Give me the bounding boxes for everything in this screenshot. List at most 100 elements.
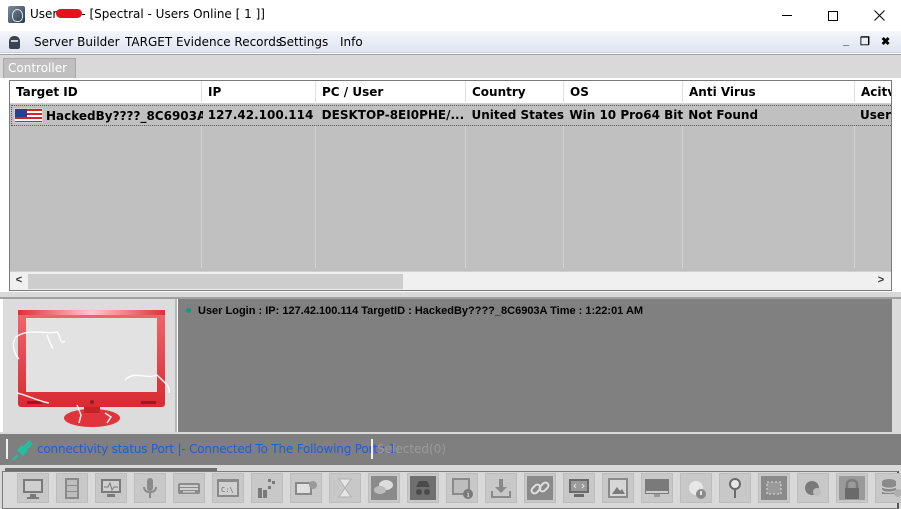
log-entry-text: User Login : IP: 127.42.100.114 TargetID… (198, 305, 644, 317)
clients-grid[interactable]: Target ID IP PC / User Country OS Anti V… (9, 80, 892, 291)
screen-button[interactable] (641, 473, 673, 503)
column-header-pc-user[interactable]: PC / User (316, 81, 466, 104)
menu-bar: Server Builder TARGET Evidence Records S… (0, 31, 901, 53)
selected-count-text: Selected(0) (377, 442, 447, 456)
microphone-button[interactable] (134, 473, 166, 503)
command-prompt-button[interactable]: C:\ (212, 473, 244, 503)
chat-button[interactable] (368, 473, 400, 503)
database-settings-button[interactable] (875, 473, 901, 503)
spy-button[interactable] (407, 473, 439, 503)
status-bar: connectivity status Port |- Connected To… (0, 432, 901, 463)
system-monitor-icon (101, 479, 121, 497)
title-suffix: - [Spectral - Users Online [ 1 ]] (81, 7, 265, 21)
search-icon (729, 478, 741, 498)
network-settings-button[interactable] (797, 473, 829, 503)
right-edge-panel (892, 299, 901, 432)
title-bar: User - [Spectral - Users Online [ 1 ]] (0, 0, 901, 31)
remote-code-button[interactable] (563, 473, 595, 503)
menu-server-builder[interactable]: Server Builder (34, 35, 120, 49)
maximize-icon (828, 10, 838, 21)
link-icon (527, 476, 553, 500)
united-states-flag-icon (14, 108, 43, 123)
close-button[interactable] (856, 0, 901, 31)
menu-settings[interactable]: Settings (279, 35, 328, 49)
spy-menu-icon[interactable] (9, 36, 20, 49)
column-header-target-id[interactable]: Target ID (10, 81, 202, 104)
download-icon (491, 479, 511, 498)
spy-icon (410, 476, 436, 500)
grid-header: Target ID IP PC / User Country OS Anti V… (10, 81, 891, 104)
processes-button[interactable] (251, 473, 283, 503)
app-icon (8, 6, 25, 23)
action-toolbar: C:\ i (0, 463, 901, 509)
remote-desktop-button[interactable] (17, 473, 49, 503)
log-bullet-icon (186, 308, 191, 313)
download-button[interactable] (485, 473, 517, 503)
cell-country: United States (471, 108, 565, 122)
grid-column-lines (10, 104, 891, 268)
minimize-icon (782, 15, 792, 16)
image-button[interactable] (602, 473, 634, 503)
redaction-mark (56, 9, 83, 18)
database-settings-icon (881, 479, 901, 497)
plug-connected-icon (12, 440, 33, 461)
chip-button[interactable] (758, 473, 790, 503)
column-header-country[interactable]: Country (466, 81, 564, 104)
alert-button[interactable] (680, 473, 712, 503)
cell-activity: User (860, 108, 891, 122)
tab-controller[interactable]: Controller (3, 58, 76, 78)
cell-pc-user: DESKTOP-8EI0PHE/... (321, 108, 465, 122)
table-row[interactable]: HackedBy????_8C6903A 127.42.100.114 DESK… (11, 105, 891, 126)
column-header-ip[interactable]: IP (202, 81, 316, 104)
keyboard-button[interactable] (173, 473, 205, 503)
screen-icon (645, 479, 669, 497)
search-button[interactable] (719, 473, 751, 503)
connection-status-text: connectivity status Port |- Connected To… (37, 442, 397, 456)
mdi-minimize-button[interactable]: _ (843, 35, 849, 47)
target-id-text: HackedBy????_8C6903A (46, 109, 203, 123)
system-info-button[interactable]: i (446, 473, 478, 503)
chip-icon (761, 476, 787, 500)
command-prompt-icon: C:\ (217, 479, 239, 497)
hourglass-button[interactable] (329, 473, 361, 503)
lock-button[interactable] (836, 473, 868, 503)
chat-icon (371, 476, 397, 500)
link-button[interactable] (524, 473, 556, 503)
keyboard-icon (178, 483, 200, 494)
scroll-right-button[interactable]: > (874, 274, 888, 288)
scroll-thumb[interactable] (28, 274, 403, 289)
microphone-icon (143, 478, 157, 498)
minimize-button[interactable] (764, 0, 810, 31)
hourglass-icon (338, 478, 352, 498)
mdi-close-button[interactable]: ✖ (881, 35, 890, 48)
column-header-os[interactable]: OS (564, 81, 683, 104)
file-manager-icon (65, 478, 79, 499)
horizontal-scrollbar[interactable]: < > (10, 271, 891, 290)
log-entry: User Login : IP: 127.42.100.114 TargetID… (186, 305, 643, 317)
processes-icon (258, 479, 275, 498)
maximize-button[interactable] (810, 0, 856, 31)
file-manager-button[interactable] (56, 473, 88, 503)
column-header-anti-virus[interactable]: Anti Virus (683, 81, 855, 104)
window-title: User - [Spectral - Users Online [ 1 ]] (30, 7, 265, 21)
remote-code-icon (569, 479, 589, 497)
menu-info[interactable]: Info (340, 35, 363, 49)
cell-os: Win 10 Pro64 Bit (569, 108, 684, 122)
tab-strip: Controller (0, 54, 901, 78)
log-panel[interactable]: User Login : IP: 127.42.100.114 TargetID… (178, 299, 892, 432)
grid-body: HackedBy????_8C6903A 127.42.100.114 DESK… (10, 104, 891, 268)
system-monitor-button[interactable] (95, 473, 127, 503)
scroll-left-button[interactable]: < (12, 274, 26, 288)
remote-settings-icon (295, 481, 317, 495)
status-separator (371, 439, 373, 459)
cell-anti-virus: Not Found (688, 108, 759, 122)
remote-desktop-icon (23, 479, 43, 499)
close-icon (873, 10, 885, 21)
monitor-logo-image (12, 310, 171, 427)
status-separator (6, 439, 8, 459)
column-header-activity[interactable]: Acitv (855, 81, 891, 104)
alert-icon (689, 481, 706, 499)
remote-settings-button[interactable] (290, 473, 322, 503)
menu-target-evidence-records[interactable]: TARGET Evidence Records (125, 35, 282, 49)
mdi-restore-button[interactable]: ❐ (860, 35, 870, 48)
